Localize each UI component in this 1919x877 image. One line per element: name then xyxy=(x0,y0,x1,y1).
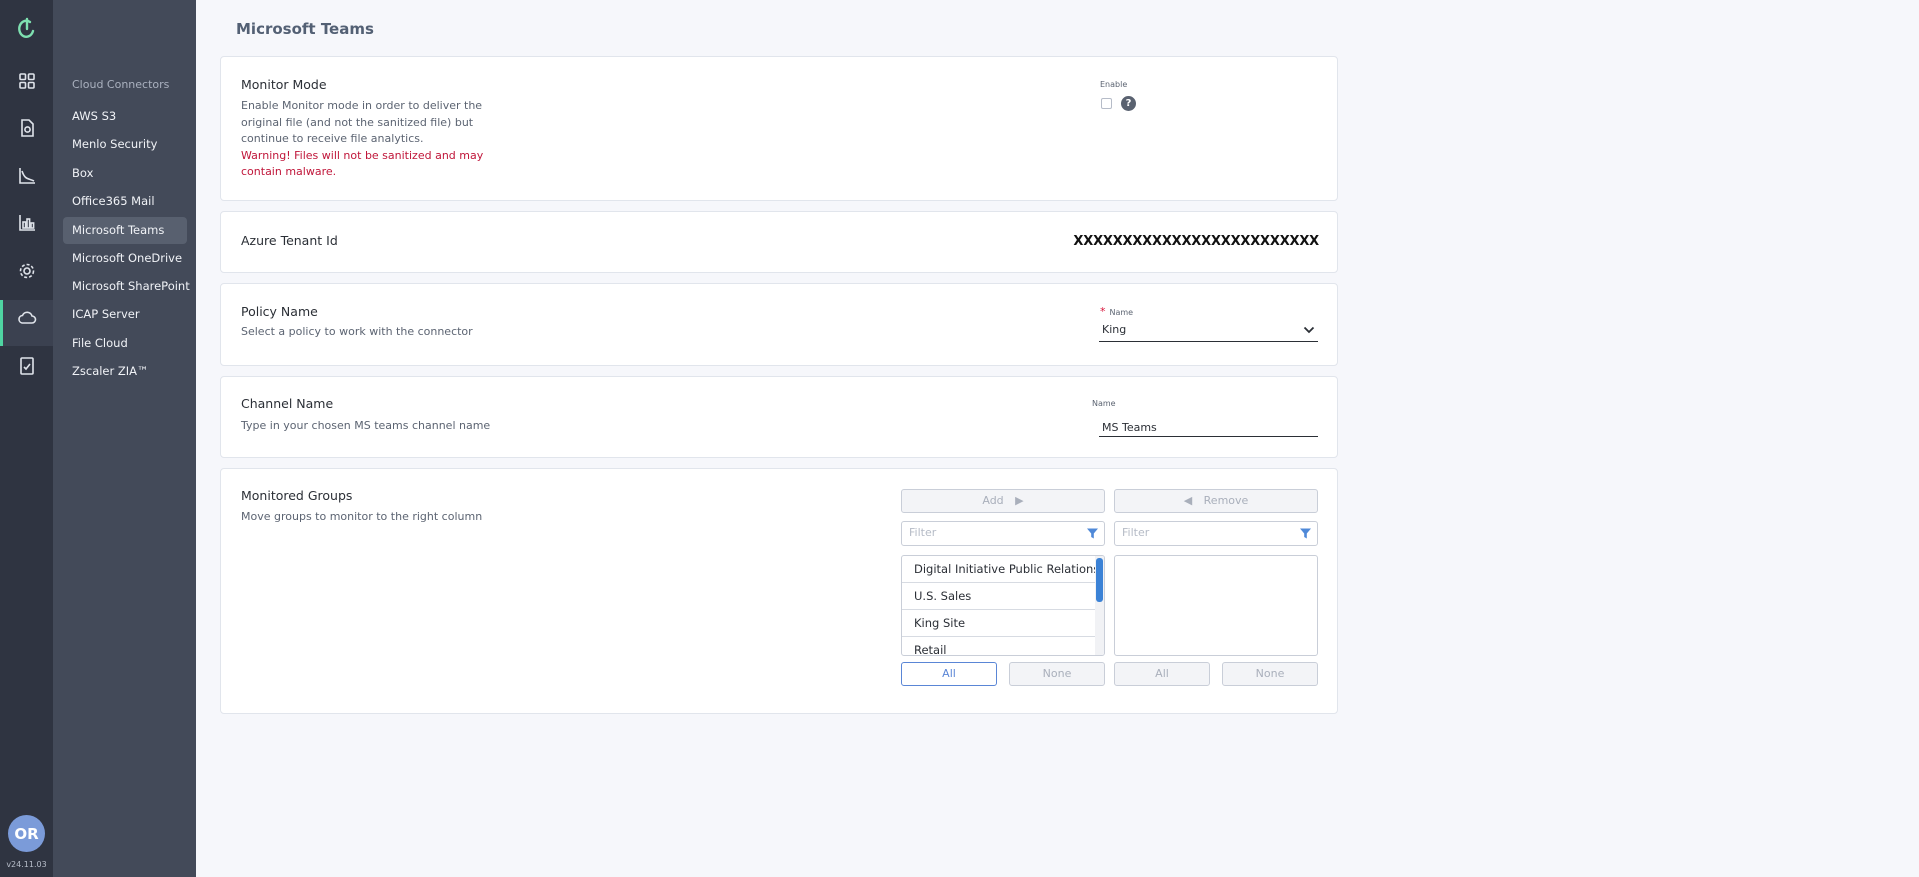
nav-item-office365-mail[interactable]: Office365 Mail xyxy=(63,188,187,215)
arrow-left-icon: ◀ xyxy=(1183,494,1193,507)
monitor-mode-card: Monitor Mode Enable Monitor mode in orde… xyxy=(220,56,1338,201)
warning-line: Warning! Files will not be sanitized and… xyxy=(241,148,484,162)
policy-field-label: * Name xyxy=(1100,305,1133,318)
select-none-available-button[interactable]: None xyxy=(1009,662,1105,686)
list-scrollbar[interactable] xyxy=(1095,556,1104,655)
azure-tenant-id-value: XXXXXXXXXXXXXXXXXXXXXXXXX xyxy=(1073,234,1319,249)
nav-heading: Cloud Connectors xyxy=(72,78,170,91)
nav-item-file-cloud[interactable]: File Cloud xyxy=(63,330,187,357)
reports-icon[interactable] xyxy=(15,211,39,235)
connector-nav: Cloud Connectors AWS S3 Menlo Security B… xyxy=(53,0,196,877)
nav-item-microsoft-sharepoint[interactable]: Microsoft SharePoint xyxy=(63,273,190,300)
selected-groups-list[interactable] xyxy=(1114,555,1318,656)
app-logo-icon[interactable] xyxy=(16,16,38,40)
channel-name-card: Channel Name Type in your chosen MS team… xyxy=(220,376,1338,458)
active-rail-indicator xyxy=(0,300,3,346)
policy-selected-value: King xyxy=(1102,323,1127,336)
desc-line: continue to receive file analytics. xyxy=(241,132,424,145)
group-list-item[interactable]: Digital Initiative Public Relations xyxy=(902,556,1104,583)
nav-item-zscaler-zia[interactable]: Zscaler ZIA™ xyxy=(63,358,187,385)
channel-field-label: Name xyxy=(1092,399,1116,408)
channel-name-title: Channel Name xyxy=(241,396,334,411)
arrow-right-icon: ▶ xyxy=(1015,494,1024,507)
nav-item-aws-s3[interactable]: AWS S3 xyxy=(63,103,187,130)
page-title: Microsoft Teams xyxy=(236,20,374,38)
group-list-item[interactable]: U.S. Sales xyxy=(902,583,1104,610)
app-version: v24.11.03 xyxy=(6,860,47,869)
group-list-item[interactable]: King Site xyxy=(902,610,1104,637)
group-list-item[interactable]: Retail xyxy=(902,637,1104,655)
nav-item-microsoft-onedrive[interactable]: Microsoft OneDrive xyxy=(63,245,187,272)
policy-select[interactable]: King xyxy=(1099,320,1318,342)
add-group-button[interactable]: Add ▶ xyxy=(901,489,1105,513)
available-filter-input[interactable] xyxy=(909,526,1079,539)
dashboard-icon[interactable] xyxy=(15,69,39,93)
desc-line: Enable Monitor mode in order to deliver … xyxy=(241,99,483,112)
nav-item-menlo-security[interactable]: Menlo Security xyxy=(63,131,187,158)
select-none-selected-button[interactable]: None xyxy=(1222,662,1318,686)
policy-name-title: Policy Name xyxy=(241,304,318,319)
filter-funnel-icon xyxy=(1087,528,1098,539)
analytics-chart-icon[interactable] xyxy=(15,164,39,188)
nav-item-microsoft-teams[interactable]: Microsoft Teams xyxy=(63,217,187,244)
available-filter-field[interactable] xyxy=(901,521,1105,546)
enable-monitor-checkbox[interactable] xyxy=(1101,98,1112,109)
policy-name-description: Select a policy to work with the connect… xyxy=(241,325,473,338)
help-icon[interactable]: ? xyxy=(1121,96,1136,111)
azure-tenant-title: Azure Tenant Id xyxy=(241,233,338,248)
select-all-available-button[interactable]: All xyxy=(901,662,997,686)
monitored-groups-card: Monitored Groups Move groups to monitor … xyxy=(220,468,1338,714)
scan-file-icon[interactable] xyxy=(15,116,39,140)
desc-line: original file (and not the sanitized fil… xyxy=(241,115,474,129)
azure-tenant-card: Azure Tenant Id XXXXXXXXXXXXXXXXXXXXXXXX… xyxy=(220,211,1338,273)
policy-name-card: Policy Name Select a policy to work with… xyxy=(220,283,1338,366)
audit-log-icon[interactable] xyxy=(15,354,39,378)
user-avatar[interactable]: OR xyxy=(8,815,45,852)
add-label: Add xyxy=(982,494,1004,507)
channel-name-input[interactable] xyxy=(1099,419,1318,437)
warning-line: contain malware. xyxy=(241,165,337,178)
monitor-mode-description: Enable Monitor mode in order to deliver … xyxy=(241,98,483,181)
nav-item-icap-server[interactable]: ICAP Server xyxy=(63,301,187,328)
chevron-down-icon xyxy=(1303,326,1315,334)
monitor-mode-title: Monitor Mode xyxy=(241,77,327,92)
select-all-selected-button[interactable]: All xyxy=(1114,662,1210,686)
selected-filter-input[interactable] xyxy=(1122,526,1292,539)
channel-name-description: Type in your chosen MS teams channel nam… xyxy=(241,419,491,432)
required-mark: * xyxy=(1100,305,1106,318)
icon-rail: OR v24.11.03 xyxy=(0,0,53,877)
enable-label: Enable xyxy=(1100,80,1128,89)
remove-group-button[interactable]: ◀ Remove xyxy=(1114,489,1318,513)
remove-label: Remove xyxy=(1203,494,1249,507)
monitored-groups-title: Monitored Groups xyxy=(241,488,353,503)
cloud-icon[interactable] xyxy=(15,306,39,330)
monitored-groups-description: Move groups to monitor to the right colu… xyxy=(241,510,483,523)
available-groups-list[interactable]: Digital Initiative Public Relations U.S.… xyxy=(901,555,1105,656)
nav-item-box[interactable]: Box xyxy=(63,160,187,187)
settings-gear-icon[interactable] xyxy=(15,259,39,283)
field-label: Name xyxy=(1109,308,1134,317)
filter-funnel-icon xyxy=(1300,528,1311,539)
scrollbar-thumb[interactable] xyxy=(1096,558,1103,602)
selected-filter-field[interactable] xyxy=(1114,521,1318,546)
